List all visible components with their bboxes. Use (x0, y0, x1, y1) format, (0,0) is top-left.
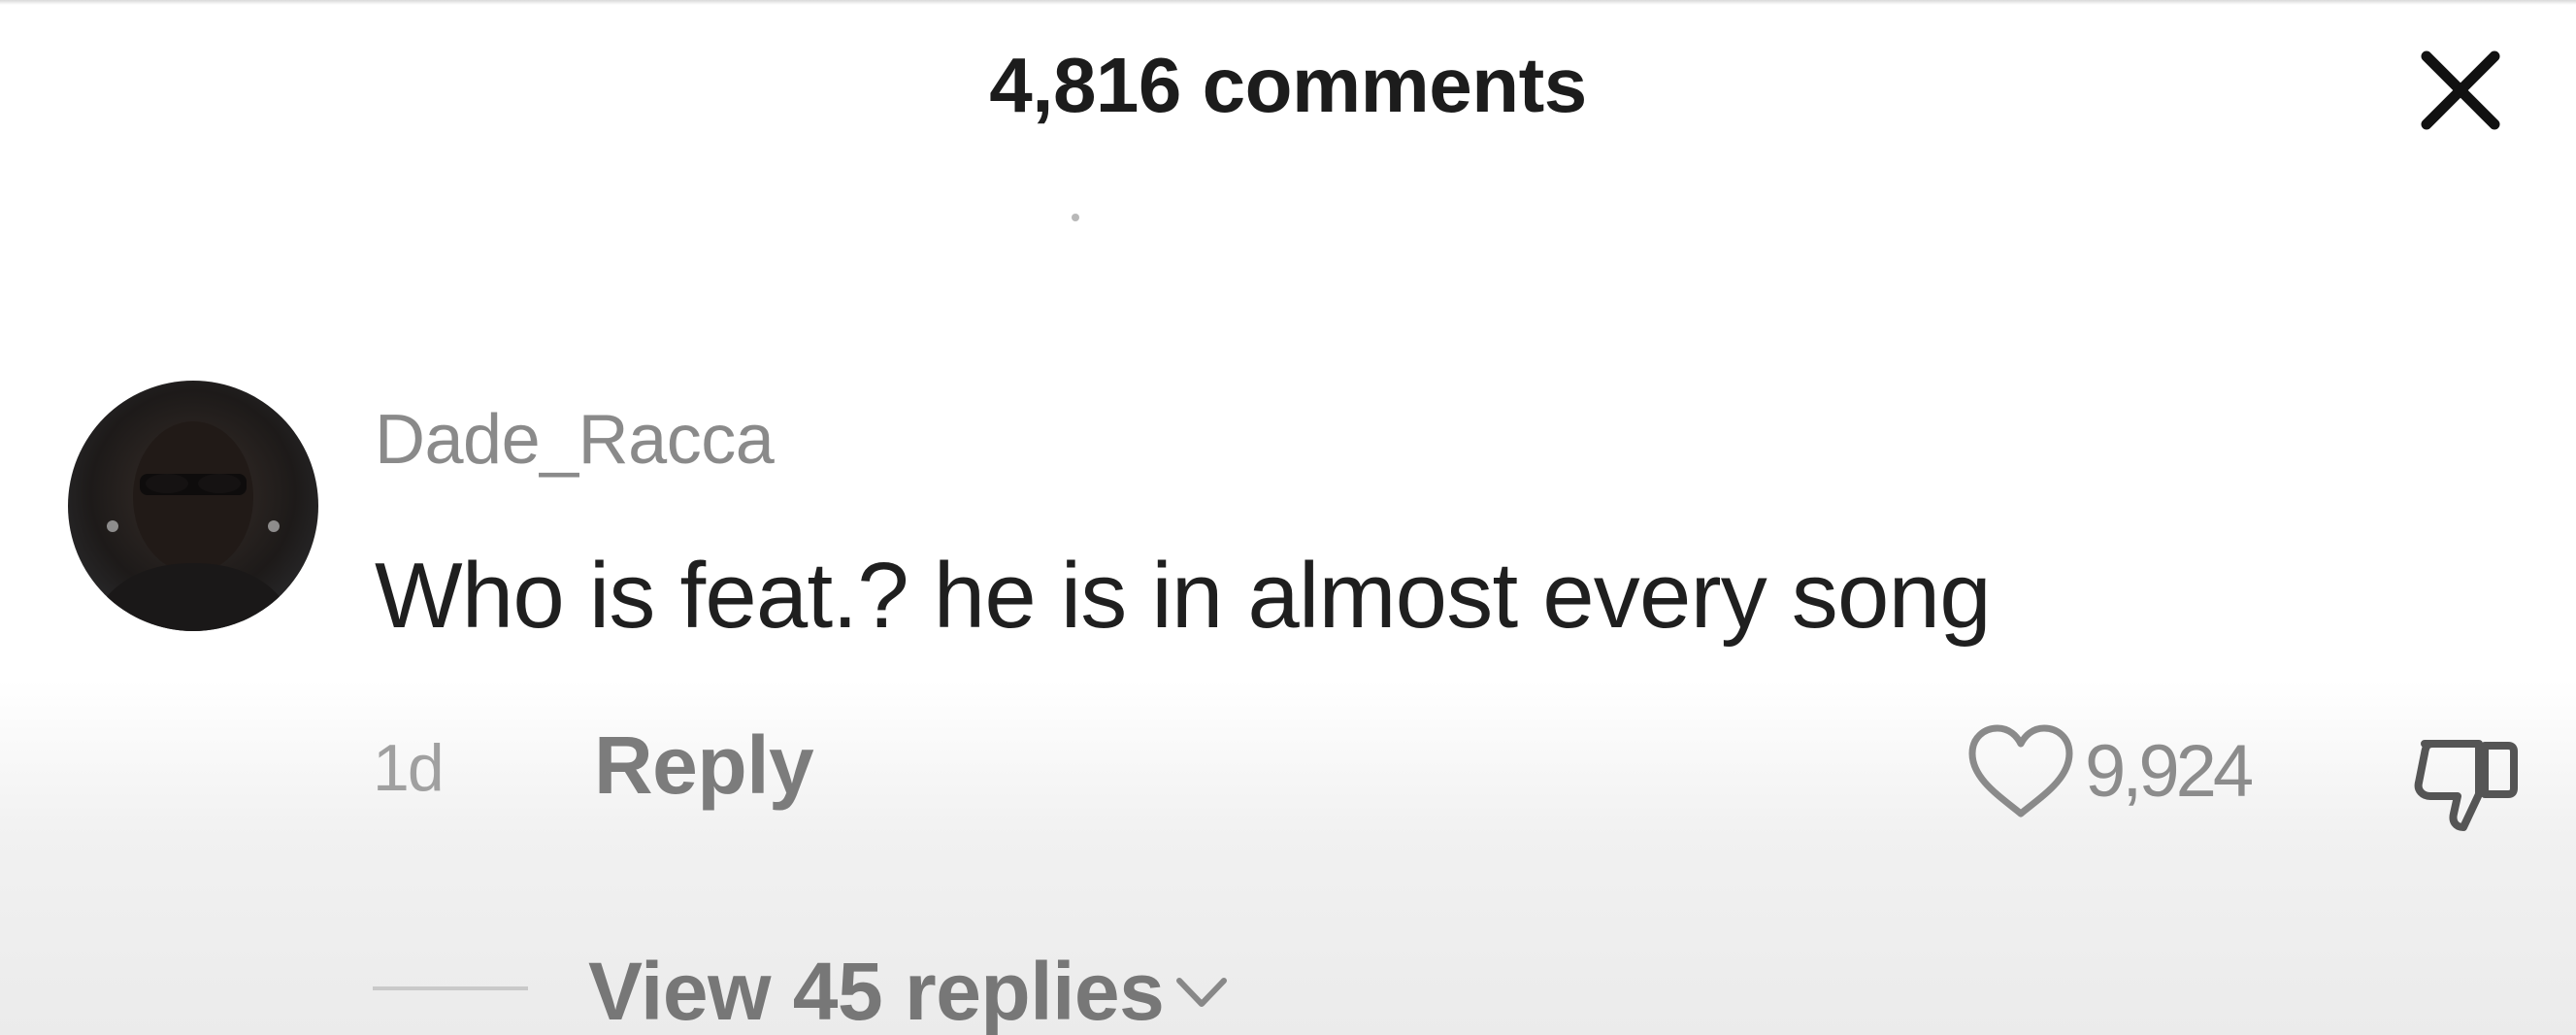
comment-username[interactable]: Dade_Racca (375, 396, 775, 484)
reply-button[interactable]: Reply (594, 717, 814, 814)
avatar-photo (87, 421, 299, 631)
comment-timestamp: 1d (373, 731, 445, 805)
comments-count-title: 4,816 comments (989, 42, 1587, 128)
panel-top-edge (0, 0, 2576, 5)
view-replies-label: View 45 replies (588, 946, 1165, 1035)
drag-handle-dot (1072, 214, 1079, 221)
view-replies-button[interactable]: View 45 replies (588, 938, 1234, 1035)
close-icon[interactable] (2407, 37, 2514, 144)
like-button[interactable]: 9,924 (1961, 718, 2254, 825)
dislike-button[interactable] (2403, 718, 2529, 839)
comments-panel: 4,816 comments Dade_Racca Who is feat.? … (0, 0, 2576, 1035)
thumbs-down-icon[interactable] (2403, 718, 2529, 839)
chevron-down-icon (1176, 978, 1228, 1007)
heart-icon[interactable] (1961, 718, 2081, 825)
avatar[interactable] (68, 381, 318, 631)
like-count: 9,924 (2085, 730, 2254, 813)
close-button[interactable] (2407, 37, 2514, 144)
comment-text: Who is feat.? he is in almost every song (375, 544, 1992, 648)
replies-divider (373, 986, 528, 990)
